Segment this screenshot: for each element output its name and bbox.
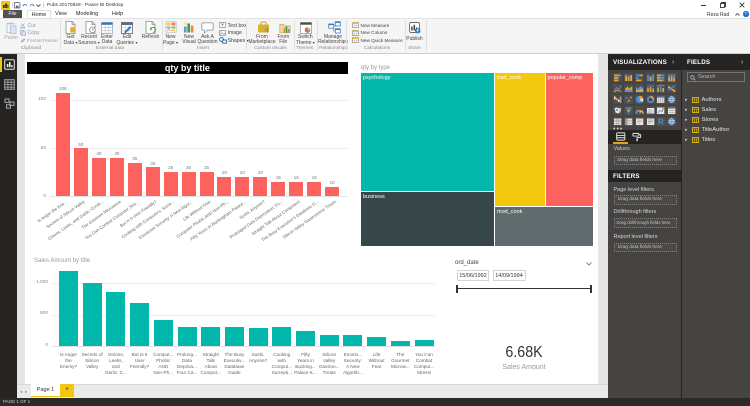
svg-text:R: R <box>658 117 664 126</box>
